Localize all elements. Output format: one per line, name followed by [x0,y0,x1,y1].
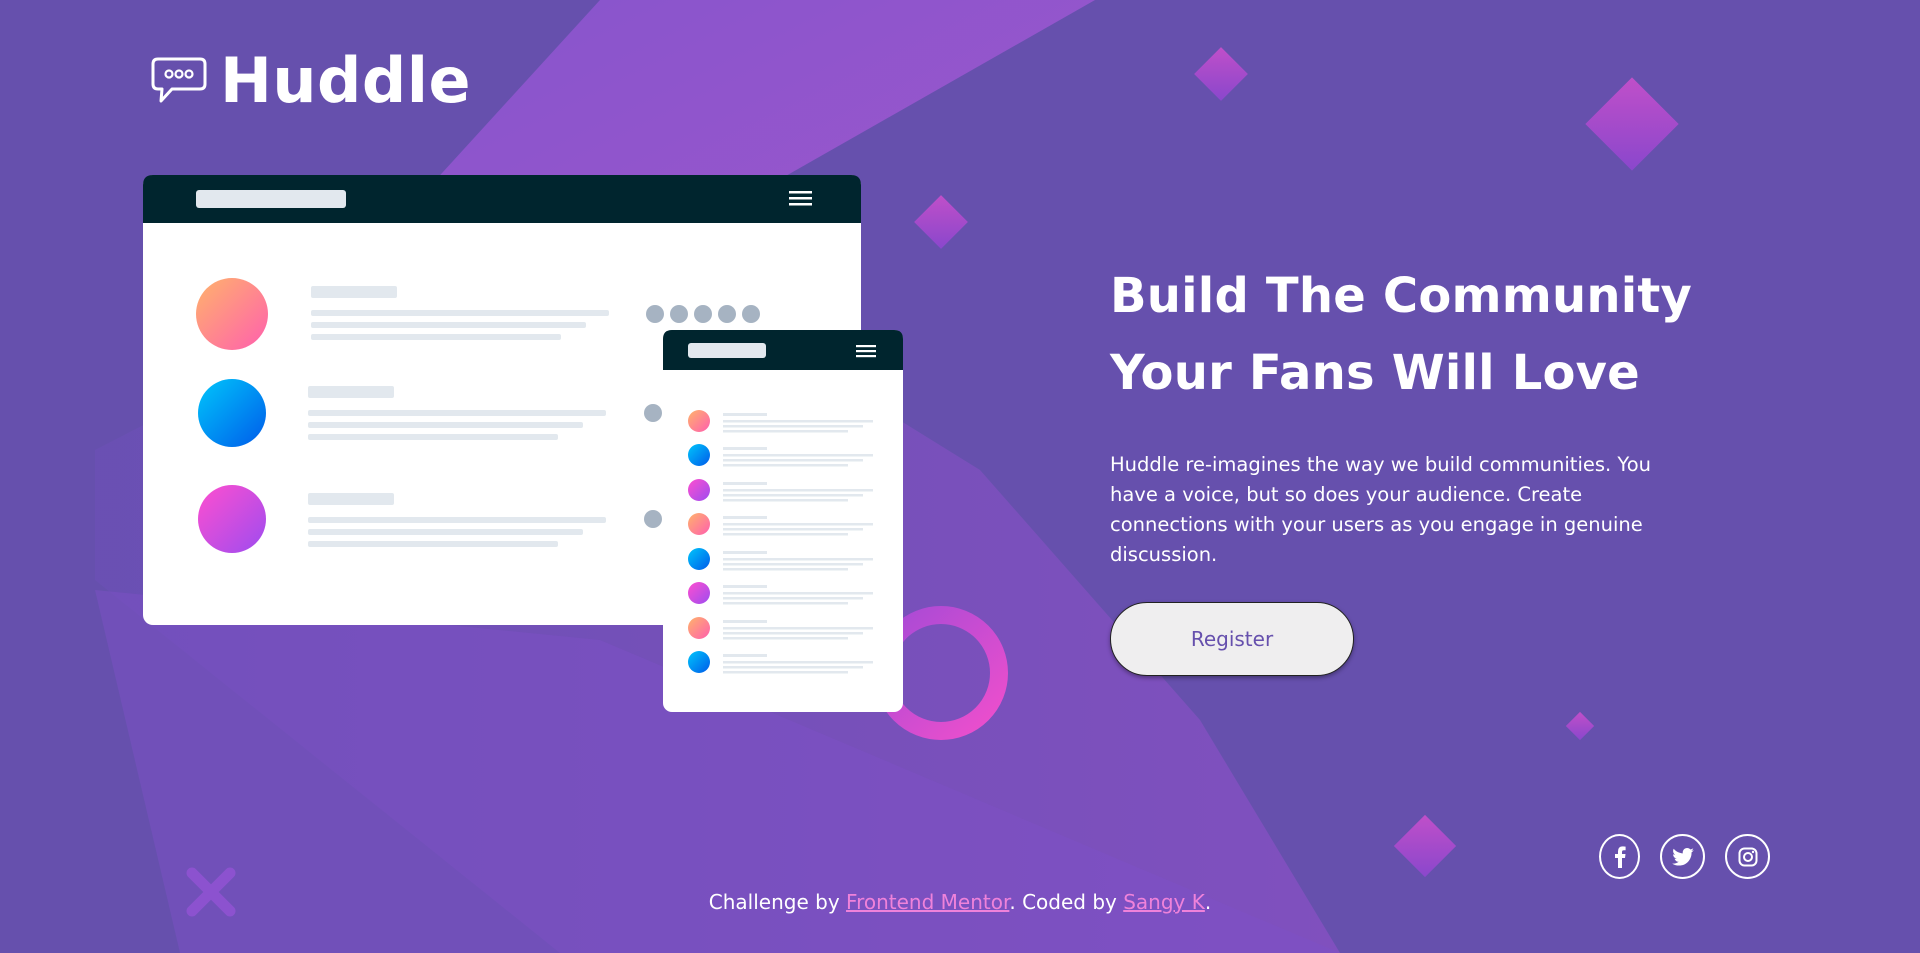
chat-bubble-icon [151,57,207,103]
attribution-middle: . Coded by [1009,890,1124,914]
hero-title: Build The Community Your Fans Will Love [1110,258,1700,412]
attribution-prefix: Challenge by [708,890,847,914]
twitter-link[interactable] [1660,834,1705,879]
hero-title-line1: Build The Community [1110,268,1692,324]
instagram-icon [1738,847,1757,866]
frontend-mentor-link[interactable]: Frontend Mentor [846,890,1009,914]
facebook-link[interactable] [1599,834,1640,879]
hero-title-line2: Your Fans Will Love [1110,345,1640,401]
register-button[interactable]: Register [1110,602,1354,676]
attribution-suffix: . [1204,890,1212,914]
author-link[interactable]: Sangy K [1123,890,1205,914]
facebook-icon [1614,845,1626,868]
instagram-link[interactable] [1725,834,1770,879]
hero-section: Build The Community Your Fans Will Love … [1110,258,1700,676]
attribution: Challenge by Frontend Mentor. Coded by S… [0,890,1920,914]
brand-logo[interactable]: Huddle [150,50,471,112]
brand-name: Huddle [220,44,472,117]
hero-mockup-illustration [143,175,903,712]
hero-description: Huddle re-imagines the way we build comm… [1110,453,1652,566]
social-links [1599,834,1770,879]
twitter-icon [1671,847,1694,866]
